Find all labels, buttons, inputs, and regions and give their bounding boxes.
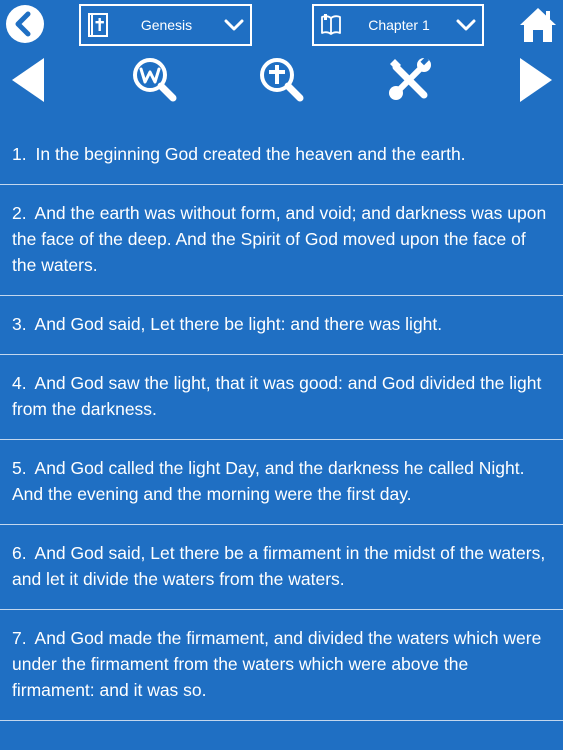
chapter-selector[interactable]: Chapter 1 (312, 4, 484, 46)
wrench-screwdriver-icon (389, 56, 431, 100)
verse-text: In the beginning God created the heaven … (35, 144, 466, 164)
magnifier-w-icon (133, 58, 177, 102)
verse-text: And God saw the light, that it was good:… (12, 373, 542, 419)
home-button[interactable] (519, 6, 557, 44)
verse-number: 7. (12, 628, 27, 648)
bible-search-button[interactable] (257, 55, 307, 105)
chapter-selector-label: Chapter 1 (368, 17, 430, 33)
bible-cross-icon (88, 13, 108, 37)
verse-text: And God called the light Day, and the da… (12, 458, 525, 504)
previous-chapter-button[interactable] (6, 55, 56, 105)
triangle-right-icon (520, 58, 552, 102)
wiki-search-button[interactable] (130, 55, 180, 105)
verse-text: And God said, Let there be light: and th… (34, 314, 443, 334)
book-selector[interactable]: Genesis (79, 4, 252, 46)
toolbar (0, 55, 563, 109)
top-bar: Genesis Chapter 1 (0, 0, 563, 50)
chevron-down-icon (224, 19, 244, 31)
magnifier-cross-icon (260, 58, 304, 102)
verse-number: 2. (12, 203, 27, 223)
verse-item[interactable]: 5. And God called the light Day, and the… (0, 440, 563, 525)
verse-item[interactable]: 7. And God made the firmament, and divid… (0, 610, 563, 721)
verse-text: And God said, Let there be a firmament i… (12, 543, 546, 589)
open-book-icon (321, 14, 341, 35)
verse-number: 6. (12, 543, 27, 563)
triangle-left-icon (12, 58, 44, 102)
verse-text: And the earth was without form, and void… (12, 203, 547, 275)
settings-button[interactable] (384, 55, 434, 105)
back-circle-icon (6, 5, 44, 43)
verse-item[interactable]: 2. And the earth was without form, and v… (0, 185, 563, 296)
chevron-down-icon (456, 19, 476, 31)
verse-item[interactable]: 3. And God said, Let there be light: and… (0, 296, 563, 355)
back-button[interactable] (5, 4, 45, 44)
verse-item[interactable]: 4. And God saw the light, that it was go… (0, 355, 563, 440)
verse-number: 5. (12, 458, 27, 478)
verse-number: 3. (12, 314, 27, 334)
home-icon (520, 8, 556, 42)
verse-list: 1. In the beginning God created the heav… (0, 126, 563, 721)
verse-item[interactable]: 1. In the beginning God created the heav… (0, 126, 563, 185)
verse-number: 4. (12, 373, 27, 393)
verse-item[interactable]: 6. And God said, Let there be a firmamen… (0, 525, 563, 610)
next-chapter-button[interactable] (508, 55, 558, 105)
verse-number: 1. (12, 144, 27, 164)
book-selector-label: Genesis (140, 17, 193, 33)
verse-text: And God made the firmament, and divided … (12, 628, 542, 700)
